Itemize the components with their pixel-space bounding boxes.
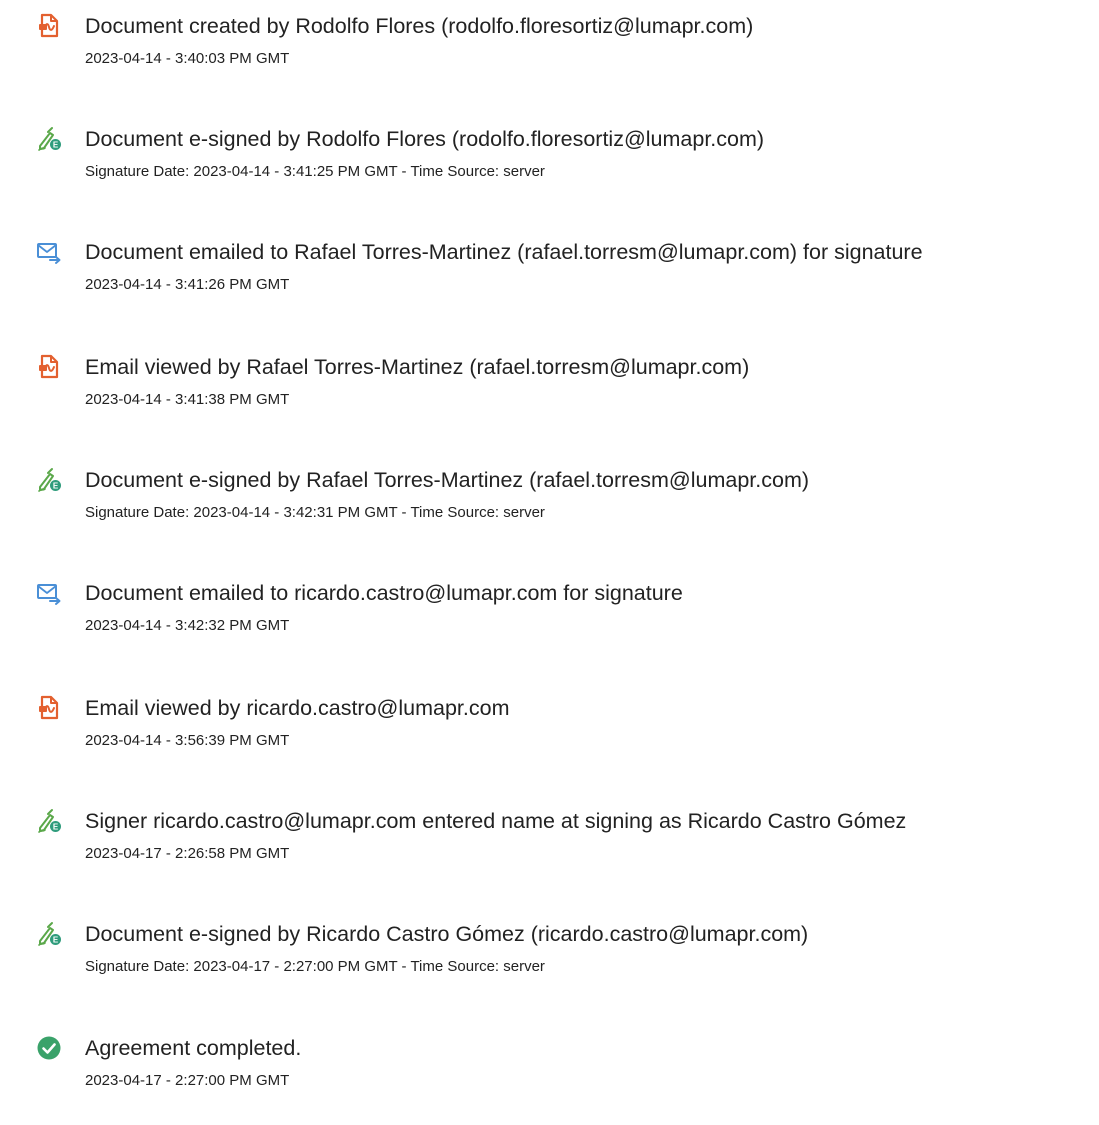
event-timestamp: 2023-04-14 - 3:40:03 PM GMT xyxy=(85,50,290,67)
event-title: Signer ricardo.castro@lumapr.com entered… xyxy=(85,809,907,833)
event-timestamp: Signature Date: 2023-04-17 - 2:27:00 PM … xyxy=(85,958,545,975)
document-icon xyxy=(36,354,62,380)
event-timestamp: 2023-04-14 - 3:56:39 PM GMT xyxy=(85,732,290,749)
email-icon xyxy=(36,580,62,606)
event-document-emailed: Document emailed to ricardo.castro@lumap… xyxy=(0,580,1099,670)
document-icon xyxy=(36,695,62,721)
event-document-created: Document created by Rodolfo Flores (rodo… xyxy=(0,13,1099,103)
event-timestamp: Signature Date: 2023-04-14 - 3:41:25 PM … xyxy=(85,163,545,180)
event-title: Document e-signed by Ricardo Castro Góme… xyxy=(85,922,809,946)
event-title: Email viewed by ricardo.castro@lumapr.co… xyxy=(85,696,510,720)
event-title: Email viewed by Rafael Torres-Martinez (… xyxy=(85,355,750,379)
event-title: Document emailed to ricardo.castro@lumap… xyxy=(85,581,683,605)
svg-text:E: E xyxy=(53,823,59,832)
event-document-emailed: Document emailed to Rafael Torres-Martin… xyxy=(0,239,1099,329)
event-timestamp: 2023-04-17 - 2:27:00 PM GMT xyxy=(85,1072,290,1089)
event-timestamp: 2023-04-14 - 3:41:38 PM GMT xyxy=(85,391,290,408)
esign-icon: E xyxy=(36,921,62,947)
event-title: Document e-signed by Rodolfo Flores (rod… xyxy=(85,127,765,151)
event-timestamp: 2023-04-14 - 3:41:26 PM GMT xyxy=(85,276,290,293)
svg-text:E: E xyxy=(53,482,59,491)
check-circle-icon xyxy=(36,1035,62,1061)
event-timestamp: 2023-04-14 - 3:42:32 PM GMT xyxy=(85,617,290,634)
event-signer-name-entered: E Signer ricardo.castro@lumapr.com enter… xyxy=(0,808,1099,898)
event-title: Document e-signed by Rafael Torres-Marti… xyxy=(85,468,810,492)
svg-text:E: E xyxy=(53,141,59,150)
event-document-esigned: E Document e-signed by Rodolfo Flores (r… xyxy=(0,126,1099,216)
event-document-esigned: E Document e-signed by Ricardo Castro Gó… xyxy=(0,921,1099,1011)
event-timestamp: Signature Date: 2023-04-14 - 3:42:31 PM … xyxy=(85,504,545,521)
event-agreement-completed: Agreement completed. 2023-04-17 - 2:27:0… xyxy=(0,1035,1099,1125)
event-title: Document created by Rodolfo Flores (rodo… xyxy=(85,14,754,38)
svg-text:E: E xyxy=(53,936,59,945)
event-document-esigned: E Document e-signed by Rafael Torres-Mar… xyxy=(0,467,1099,557)
document-icon xyxy=(36,13,62,39)
event-email-viewed: Email viewed by ricardo.castro@lumapr.co… xyxy=(0,695,1099,785)
esign-icon: E xyxy=(36,808,62,834)
event-timestamp: 2023-04-17 - 2:26:58 PM GMT xyxy=(85,845,290,862)
email-icon xyxy=(36,239,62,265)
event-title: Document emailed to Rafael Torres-Martin… xyxy=(85,240,923,264)
esign-icon: E xyxy=(36,126,62,152)
event-title: Agreement completed. xyxy=(85,1036,302,1060)
event-email-viewed: Email viewed by Rafael Torres-Martinez (… xyxy=(0,354,1099,444)
esign-icon: E xyxy=(36,467,62,493)
